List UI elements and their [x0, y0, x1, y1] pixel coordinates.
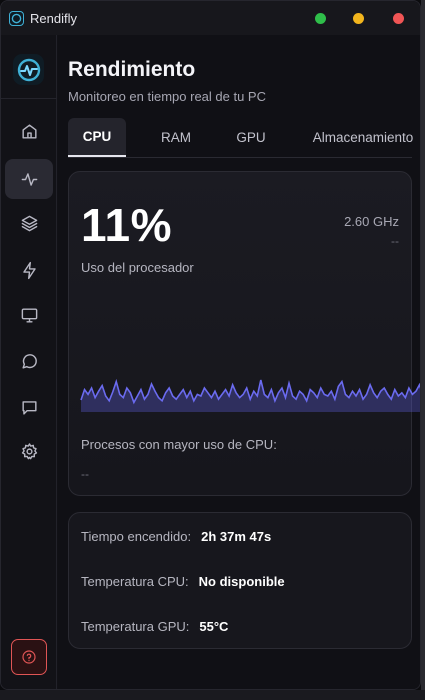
sidebar-divider [1, 98, 57, 99]
monitor-icon [21, 307, 37, 323]
chat-icon [21, 353, 37, 369]
minimize-button[interactable] [353, 13, 364, 24]
maximize-button[interactable] [315, 13, 326, 24]
activity-icon [21, 172, 37, 186]
sidebar-item-layers[interactable] [5, 203, 53, 243]
app-logo-icon [9, 10, 24, 26]
sidebar-item-messages[interactable] [5, 387, 53, 427]
desktop-background [421, 0, 425, 700]
layers-icon [21, 215, 37, 231]
cpu-usage-card: 11% 2.60 GHz -- Uso del procesador Proce… [68, 171, 420, 496]
sidebar-item-performance[interactable] [5, 159, 53, 199]
cpu-history-graph [80, 378, 420, 412]
message-icon [21, 400, 37, 415]
cpu-temperature-value: No disponible [198, 574, 285, 589]
gpu-temperature-row: Temperatura GPU: 55°C [81, 619, 228, 634]
cpu-frequency: 2.60 GHz [344, 214, 399, 229]
sidebar [1, 35, 57, 689]
sidebar-item-chat[interactable] [5, 341, 53, 381]
desktop-background-bottom [0, 690, 425, 700]
window-title: Rendifly [30, 10, 77, 26]
page-subtitle: Monitoreo en tiempo real de tu PC [68, 89, 266, 104]
app-window: Rendifly Rendimiento Monitoreo en tiempo… [0, 0, 421, 690]
tab-gpu[interactable]: GPU [228, 118, 274, 157]
title-bar[interactable]: Rendifly [1, 1, 420, 35]
cpu-temperature-label: Temperatura CPU: [81, 574, 189, 589]
help-icon [22, 650, 36, 664]
top-processes-label: Procesos con mayor uso de CPU: [81, 437, 277, 452]
gear-icon [21, 442, 37, 459]
tab-ram[interactable]: RAM [152, 118, 200, 157]
uptime-row: Tiempo encendido: 2h 37m 47s [81, 529, 271, 544]
gpu-temperature-value: 55°C [199, 619, 229, 634]
system-info-card: Tiempo encendido: 2h 37m 47s Temperatura… [68, 512, 412, 649]
page-title: Rendimiento [68, 58, 196, 81]
cpu-temperature-row: Temperatura CPU: No disponible [81, 574, 285, 589]
sidebar-item-display[interactable] [5, 295, 53, 335]
uptime-value: 2h 37m 47s [201, 529, 272, 544]
tab-storage[interactable]: Almacenamiento [308, 118, 418, 157]
lightning-icon [22, 261, 36, 279]
home-icon [21, 123, 37, 139]
gpu-temperature-label: Temperatura GPU: [81, 619, 190, 634]
cpu-usage-value: 11% [81, 199, 173, 251]
close-button[interactable] [393, 13, 404, 24]
app-logo[interactable] [13, 54, 44, 85]
cpu-usage-label: Uso del procesador [81, 260, 194, 275]
top-processes-value: -- [81, 467, 89, 481]
tab-bar: CPU RAM GPU Almacenamiento [68, 118, 413, 158]
app-logo-icon [17, 58, 40, 81]
sidebar-item-boost[interactable] [5, 250, 53, 290]
sidebar-item-settings[interactable] [5, 431, 53, 471]
sidebar-item-home[interactable] [5, 111, 53, 151]
main-panel: Rendimiento Monitoreo en tiempo real de … [58, 35, 420, 689]
uptime-label: Tiempo encendido: [81, 529, 192, 544]
tab-cpu[interactable]: CPU [68, 118, 126, 157]
help-button[interactable] [11, 639, 47, 675]
cpu-frequency-sub: -- [391, 234, 399, 248]
